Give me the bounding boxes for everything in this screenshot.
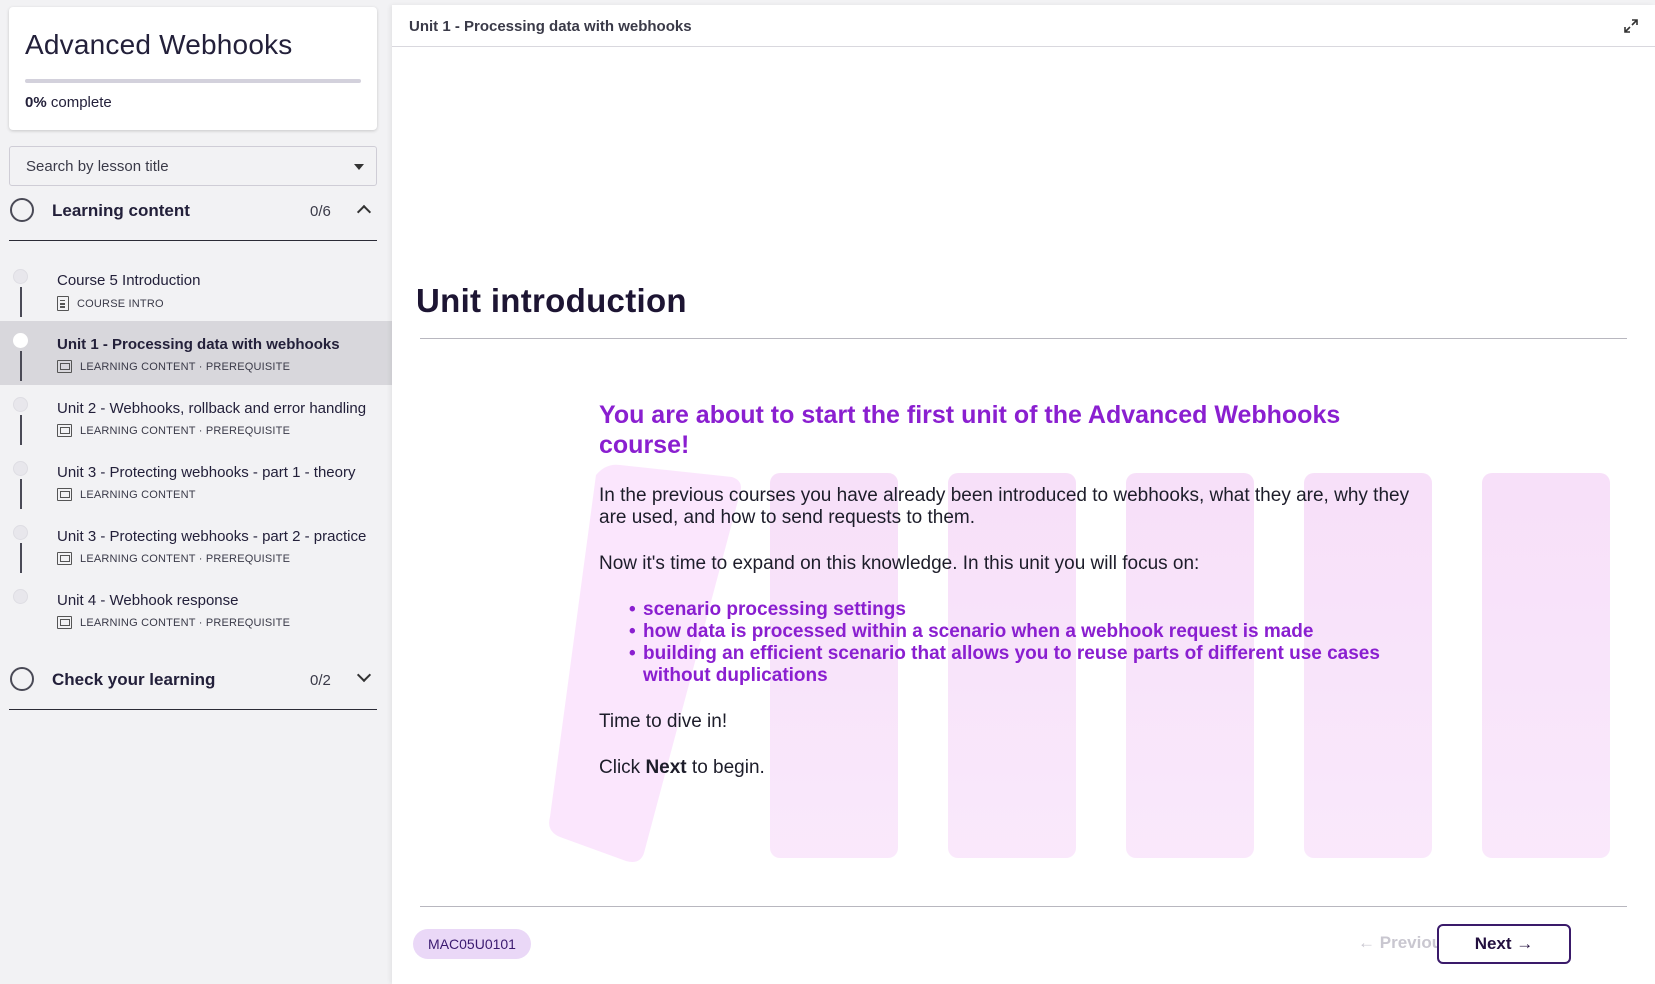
section-status-circle-icon [10,667,34,691]
slides-icon [57,616,72,629]
progress-percent: 0% [25,94,47,111]
document-icon [57,296,69,311]
lesson-status-dot [13,461,28,476]
timeline-connector [20,287,22,317]
next-label: Next [1474,934,1512,953]
timeline-connector [20,543,22,573]
lesson-meta: LEARNING CONTENT · PREREQUISITE [57,424,290,437]
lesson-meta: LEARNING CONTENT · PREREQUISITE [57,552,290,565]
lesson-title: Unit 3 - Protecting webhooks - part 2 - … [57,528,367,545]
timeline-connector [20,479,22,509]
progress-suffix: complete [50,94,112,111]
heading-divider [420,338,1627,339]
lesson-viewer: Unit 1 - Processing data with webhooks U… [392,5,1655,984]
lesson-search-dropdown[interactable]: Search by lesson title [9,146,377,186]
lesson-item[interactable]: Unit 4 - Webhook response LEARNING CONTE… [0,577,392,641]
begin-text: to begin. [686,757,765,778]
caret-down-icon [354,164,364,170]
next-emphasis: Next [645,757,687,778]
section-title: Check your learning [52,670,216,689]
next-button[interactable]: Next → [1437,924,1571,964]
progress-bar [25,79,361,83]
lesson-meta: LEARNING CONTENT · PREREQUISITE [57,616,290,629]
content-paragraph: Now it's time to expand on this knowledg… [599,553,1200,574]
lesson-title: Course 5 Introduction [57,272,201,289]
slides-icon [57,424,72,437]
lesson-status-dot [13,269,28,284]
timeline-connector [20,415,22,445]
chevron-up-icon[interactable] [356,204,372,220]
arrow-right-icon: → [1516,934,1534,953]
lesson-list: Course 5 Introduction COURSE INTRO Unit … [0,257,392,641]
lesson-meta-text: COURSE INTRO [77,297,164,310]
lesson-item[interactable]: Unit 2 - Webhooks, rollback and error ha… [0,385,392,449]
lesson-meta-text: LEARNING CONTENT [80,488,196,501]
chevron-down-icon[interactable] [356,667,372,683]
lesson-code-badge: MAC05U0101 [413,929,531,959]
unit-heading: Unit introduction [416,282,687,319]
lesson-meta-text: LEARNING CONTENT · PREREQUISITE [80,616,291,629]
lesson-meta: LEARNING CONTENT [57,488,196,501]
lesson-meta-text: LEARNING CONTENT · PREREQUISITE [80,552,291,565]
lesson-status-dot [13,589,28,604]
lesson-topbar-title: Unit 1 - Processing data with webhooks [409,18,692,35]
focus-list: scenario processing settings how data is… [629,599,1419,687]
lesson-content: You are about to start the first unit of… [599,400,1419,803]
section-status-circle-icon [10,198,34,222]
section-count: 0/6 [310,203,331,220]
lesson-item[interactable]: Unit 3 - Protecting webhooks - part 2 - … [0,513,392,577]
lesson-title: Unit 2 - Webhooks, rollback and error ha… [57,400,367,417]
section-learning-content[interactable]: Learning content 0/6 [9,181,377,241]
content-headline: You are about to start the first unit of… [599,401,1341,459]
progress-text: 0% complete [25,94,112,111]
lesson-title: Unit 3 - Protecting webhooks - part 1 - … [57,464,356,481]
content-paragraph: Click Next to begin. [599,757,1419,779]
section-count: 0/2 [310,672,331,689]
lesson-status-dot [13,397,28,412]
content-paragraph: Time to dive in! [599,711,728,732]
section-check-your-learning[interactable]: Check your learning 0/2 [9,650,377,710]
lesson-topbar: Unit 1 - Processing data with webhooks [392,5,1655,47]
slides-icon [57,488,72,501]
slides-icon [57,360,72,373]
lesson-item-active[interactable]: Unit 1 - Processing data with webhooks L… [0,321,392,385]
lesson-title: Unit 1 - Processing data with webhooks [57,336,340,353]
lesson-status-dot [13,333,28,348]
footer-divider [420,906,1627,907]
content-paragraph: In the previous courses you have already… [599,485,1410,528]
lesson-meta: COURSE INTRO [57,296,164,311]
lesson-item[interactable]: Course 5 Introduction COURSE INTRO [0,257,392,321]
section-title: Learning content [52,201,190,220]
timeline-connector [20,351,22,381]
focus-list-item: scenario processing settings [629,599,1419,621]
search-placeholder: Search by lesson title [26,158,169,175]
arrow-left-icon: ← [1358,933,1375,952]
course-title: Advanced Webhooks [25,29,293,60]
click-text: Click [599,757,646,778]
expand-icon[interactable] [1623,18,1639,34]
lesson-meta: LEARNING CONTENT · PREREQUISITE [57,360,290,373]
slides-icon [57,552,72,565]
lesson-title: Unit 4 - Webhook response [57,592,239,609]
sidebar: Advanced Webhooks 0% complete Search by … [0,0,392,984]
focus-list-item: building an efficient scenario that allo… [629,643,1419,687]
lesson-meta-text: LEARNING CONTENT · PREREQUISITE [80,424,291,437]
course-card: Advanced Webhooks 0% complete [9,7,377,130]
focus-list-item: how data is processed within a scenario … [629,621,1419,643]
lesson-item[interactable]: Unit 3 - Protecting webhooks - part 1 - … [0,449,392,513]
lesson-meta-text: LEARNING CONTENT · PREREQUISITE [80,360,291,373]
lesson-status-dot [13,525,28,540]
